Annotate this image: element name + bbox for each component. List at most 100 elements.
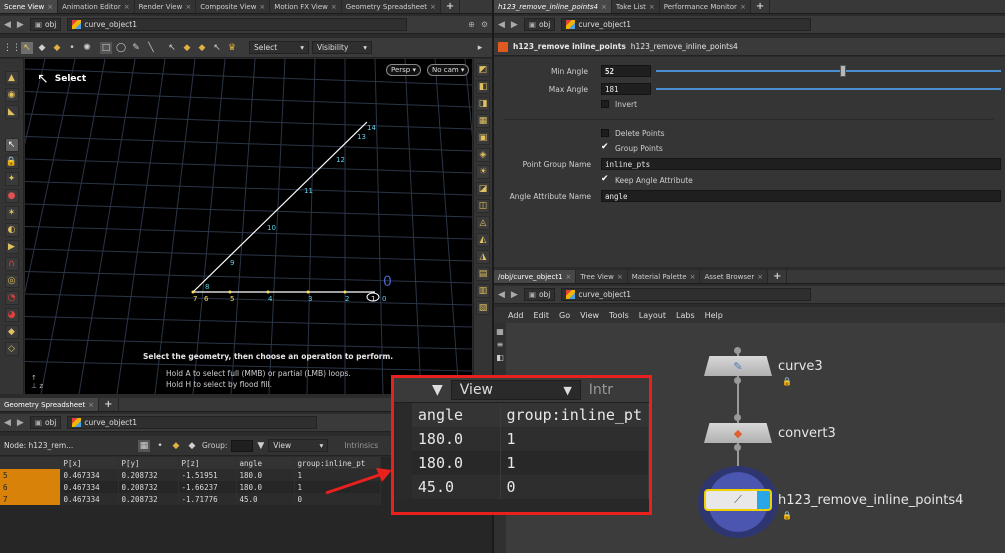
snap-icon[interactable]: ✦ bbox=[4, 172, 19, 186]
close-icon[interactable]: × bbox=[740, 3, 746, 11]
shelf-tool-icon[interactable]: ◕ bbox=[4, 308, 19, 322]
lock-icon[interactable]: 🔒 bbox=[782, 511, 792, 520]
close-icon[interactable]: × bbox=[331, 3, 337, 11]
max-angle-slider-track[interactable] bbox=[656, 88, 1001, 90]
shelf-tool-icon[interactable]: ◐ bbox=[4, 223, 19, 237]
tab-render-view[interactable]: Render View × bbox=[134, 0, 197, 13]
viewport-3d[interactable]: 8 9 10 11 12 13 14 7 6 5 4 3 2 1 0 0 ↖ Select Persp ▾ N… bbox=[25, 59, 472, 394]
points-icon[interactable]: • bbox=[154, 440, 166, 452]
network-tool-icon[interactable]: ◧ bbox=[496, 353, 504, 362]
convert-node-body[interactable]: ◆ bbox=[704, 423, 772, 443]
forward-arrow-icon[interactable]: ▶ bbox=[511, 290, 518, 300]
menu-add[interactable]: Add bbox=[508, 311, 524, 320]
view-tool-icon[interactable]: ◨ bbox=[476, 97, 490, 111]
box-select-icon[interactable]: □ bbox=[100, 41, 112, 54]
lock-icon[interactable]: 🔒 bbox=[782, 377, 792, 386]
light-icon[interactable]: ☀ bbox=[476, 165, 490, 179]
view-tool-icon[interactable]: ◪ bbox=[476, 182, 490, 196]
view-tool-icon[interactable]: ▤ bbox=[476, 267, 490, 281]
tab-composite-view[interactable]: Composite View × bbox=[196, 0, 271, 13]
menu-layout[interactable]: Layout bbox=[639, 311, 666, 320]
add-tab-button[interactable]: + bbox=[99, 398, 119, 411]
object-path[interactable]: curve_object1 bbox=[67, 18, 408, 31]
tab-scene-view[interactable]: Scene View × bbox=[0, 0, 59, 13]
close-icon[interactable]: × bbox=[88, 401, 94, 409]
camera-menu[interactable]: No cam ▾ bbox=[427, 64, 470, 76]
view-tool-icon[interactable]: ▦ bbox=[476, 114, 490, 128]
add-tab-button[interactable]: + bbox=[750, 0, 771, 13]
close-icon[interactable]: × bbox=[430, 3, 436, 11]
min-angle-field[interactable]: 52 bbox=[601, 65, 651, 77]
max-angle-field[interactable]: 181 bbox=[601, 83, 651, 95]
shelf-tool-icon[interactable]: ◇ bbox=[4, 342, 19, 356]
menu-labs[interactable]: Labs bbox=[676, 311, 695, 320]
filter-icon[interactable]: ▼ bbox=[257, 441, 264, 451]
view-tool-icon[interactable]: ◮ bbox=[476, 250, 490, 264]
node-name-field[interactable]: h123_remove_inline_points4 bbox=[631, 42, 738, 51]
column-header[interactable]: P[z] bbox=[178, 457, 237, 469]
close-icon[interactable]: × bbox=[566, 273, 572, 281]
close-icon[interactable]: × bbox=[617, 273, 623, 281]
add-tab-button[interactable]: + bbox=[440, 0, 461, 13]
tab-parameters[interactable]: h123_remove_inline_points4 × bbox=[494, 0, 612, 13]
menu-tools[interactable]: Tools bbox=[609, 311, 629, 320]
group-points-checkmark-icon[interactable]: ✔ bbox=[601, 142, 609, 152]
view-tool-icon[interactable]: ◧ bbox=[476, 80, 490, 94]
attrib-class-icon[interactable]: ▦ bbox=[138, 439, 150, 452]
shelf-tool-icon[interactable]: ▶ bbox=[4, 240, 19, 254]
tab-asset-browser[interactable]: Asset Browser × bbox=[700, 270, 769, 283]
tab-geometry-spreadsheet-bottom[interactable]: Geometry Spreadsheet × bbox=[0, 398, 100, 411]
tab-network[interactable]: /obj/curve_object1 × bbox=[494, 270, 577, 283]
visibility-dropdown[interactable]: Visibility ▾ bbox=[312, 41, 372, 54]
back-arrow-icon[interactable]: ◀ bbox=[498, 20, 505, 30]
shelf-tool-icon[interactable]: ◉ bbox=[4, 88, 19, 102]
select-tool-icon[interactable]: ↖ bbox=[4, 138, 19, 152]
view-dropdown[interactable]: View ▾ bbox=[268, 439, 329, 452]
close-icon[interactable]: × bbox=[649, 3, 655, 11]
node-curve3[interactable]: ✎ curve3 bbox=[704, 356, 823, 376]
close-icon[interactable]: × bbox=[601, 3, 607, 11]
close-icon[interactable]: × bbox=[47, 3, 53, 11]
menu-go[interactable]: Go bbox=[559, 311, 570, 320]
node-convert3[interactable]: ◆ convert3 bbox=[704, 423, 836, 443]
context-path[interactable]: ▣ obj bbox=[523, 288, 556, 301]
column-header[interactable]: P[x] bbox=[60, 457, 119, 469]
network-tool-icon[interactable]: ▦ bbox=[496, 327, 504, 336]
grid-menu-icon[interactable]: ⋮⋮ bbox=[3, 42, 21, 54]
angle-attribute-name-field[interactable]: angle bbox=[601, 190, 1001, 202]
view-tool-icon[interactable]: ▣ bbox=[476, 131, 490, 145]
view-tool-icon[interactable]: ◩ bbox=[476, 63, 490, 77]
primitives-icon[interactable]: ◆ bbox=[186, 440, 198, 452]
object-path[interactable]: curve_object1 bbox=[561, 288, 812, 301]
shelf-tool-icon[interactable]: ● bbox=[4, 189, 19, 203]
view-tool-icon[interactable]: ◫ bbox=[476, 199, 490, 213]
tab-take-list[interactable]: Take List × bbox=[611, 0, 660, 13]
shelf-tool-icon[interactable]: ▲ bbox=[4, 71, 19, 85]
select-primitives-icon[interactable]: • bbox=[66, 42, 78, 54]
object-path[interactable]: curve_object1 bbox=[67, 416, 318, 429]
select-connected-icon[interactable]: ◆ bbox=[196, 42, 208, 54]
group-field[interactable] bbox=[231, 439, 254, 452]
crown-icon[interactable]: ♛ bbox=[226, 42, 238, 54]
object-path[interactable]: curve_object1 bbox=[561, 18, 812, 31]
curve-node-body[interactable]: ✎ bbox=[704, 356, 772, 376]
shelf-tool-icon[interactable]: ◣ bbox=[4, 105, 19, 119]
gear-icon[interactable]: ⚙ bbox=[481, 20, 488, 29]
context-path[interactable]: ▣ obj bbox=[523, 18, 556, 31]
add-tab-button[interactable]: + bbox=[768, 270, 788, 283]
view-tool-icon[interactable]: ◬ bbox=[476, 216, 490, 230]
back-arrow-icon[interactable]: ◀ bbox=[4, 20, 11, 30]
vertices-icon[interactable]: ◆ bbox=[170, 440, 182, 452]
network-tool-icon[interactable]: ≡ bbox=[497, 340, 504, 349]
intrinsics-label[interactable]: Intrinsics bbox=[344, 441, 378, 450]
tab-tree-view[interactable]: Tree View × bbox=[576, 270, 628, 283]
close-icon[interactable]: × bbox=[124, 3, 130, 11]
persp-menu[interactable]: Persp ▾ bbox=[386, 64, 421, 76]
select-pointer-icon[interactable]: ↖ bbox=[21, 41, 33, 54]
min-angle-slider-track[interactable] bbox=[656, 70, 1001, 72]
back-arrow-icon[interactable]: ◀ bbox=[4, 418, 11, 428]
tab-animation-editor[interactable]: Animation Editor × bbox=[58, 0, 135, 13]
tab-performance-monitor[interactable]: Performance Monitor × bbox=[659, 0, 751, 13]
context-path[interactable]: ▣ obj bbox=[29, 416, 62, 429]
lasso-select-icon[interactable]: ◯ bbox=[115, 42, 127, 54]
